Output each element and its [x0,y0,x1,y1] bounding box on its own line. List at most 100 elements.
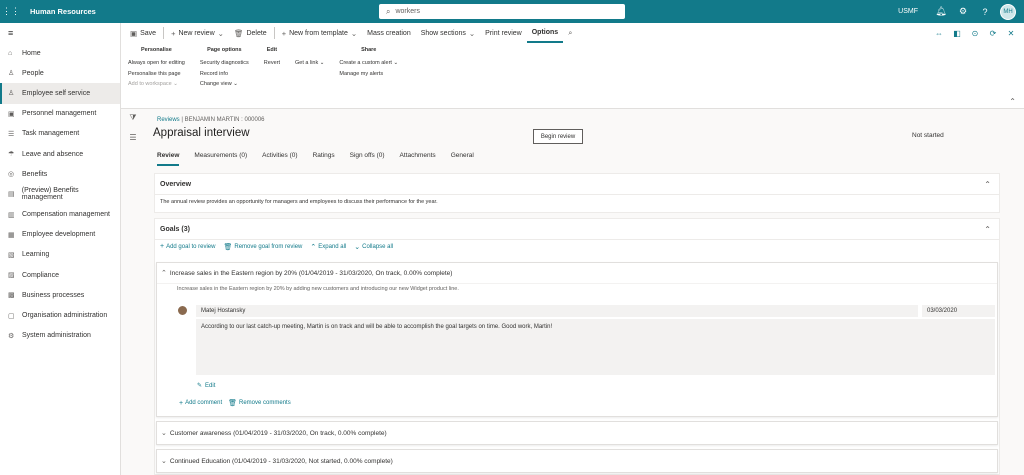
tab-ratings[interactable]: Ratings [313,152,335,166]
mass-creation-button[interactable]: Mass creation [362,23,416,43]
tab-attachments[interactable]: Attachments [400,152,436,166]
nav-item-employee-development[interactable]: ▦ Employee development [0,225,120,245]
nav-item-system-administration[interactable]: ⚙ System administration [0,326,120,346]
comment-date: 03/03/2020 [922,305,995,317]
breadcrumb: Reviews | BENJAMIN MARTIN : 000006 [157,117,265,123]
print-review-button[interactable]: Print review [480,23,527,43]
always-open-for-editing-button[interactable]: Always open for editing [128,58,185,69]
begin-review-button[interactable]: Begin review [533,129,583,144]
nav-item-learning[interactable]: ▧ Learning [0,245,120,265]
goal-card-collapsed[interactable]: ⌄ Customer awareness (01/04/2019 - 31/03… [156,421,998,445]
app-launcher-icon[interactable]: ⋮⋮ [0,0,22,23]
office-icon[interactable]: ◧ [948,29,966,38]
navigation-pane: ≡ ⌂ Home ♙ People ♙ Employee self service ▣… [0,23,121,475]
filter-strip: ⧩ ☰ [121,109,145,475]
manage-my-alerts-button[interactable]: Manage my alerts [339,69,398,80]
nav-item-personnel-management[interactable]: ▣ Personnel management [0,104,120,124]
remove-goal-button[interactable]: 🗑︎ Remove goal from review [223,243,302,251]
list-icon[interactable]: ☰ [121,133,145,149]
help-icon[interactable]: ? [974,7,996,17]
new-from-template-button[interactable]: + New from template ⌄ [277,23,362,43]
nav-item-compensation-management[interactable]: ▥ Compensation management [0,205,120,225]
nav-item-task-management[interactable]: ☰ Task management [0,124,120,144]
close-icon[interactable]: ✕ [1002,29,1020,38]
tab-general[interactable]: General [451,152,474,166]
commenter-name: Matej Hostansky [196,305,918,317]
notification-bell-icon[interactable]: 🔔︎ [930,6,952,17]
edit-comment-button[interactable]: ✎ Edit [197,382,215,390]
nav-item-benefits[interactable]: ◎ Benefits [0,164,120,184]
collapse-ribbon-icon[interactable]: ⌃ [1009,97,1016,106]
chevron-down-icon[interactable]: ⌄ [161,457,167,465]
nav-item-business-processes[interactable]: ▩ Business processes [0,285,120,305]
save-icon: ▣ [130,28,138,38]
nav-item-home[interactable]: ⌂ Home [0,43,120,63]
goals-section: Goals (3) ⌃ + Add goal to review 🗑︎ Remove… [154,218,1000,475]
tab-measurements[interactable]: Measurements (0) [194,152,247,166]
nav-item-people[interactable]: ♙ People [0,63,120,83]
chevron-up-icon[interactable]: ⌃ [984,225,991,234]
chevron-up-icon[interactable]: ⌃ [161,269,167,277]
goals-header[interactable]: Goals (3) ⌃ [155,219,999,239]
ribbon-group-personalise: Personalise Always open for editing Pers… [121,43,193,103]
action-pane: ▣ Save + New review ⌄ 🗑︎ Delete + New from te… [121,23,1024,109]
plus-icon: + [179,399,184,407]
record-info-button[interactable]: Record info [200,69,249,80]
goal-card-collapsed[interactable]: ⌄ Continued Education (01/04/2019 - 31/0… [156,449,998,473]
filter-icon[interactable]: ⧩ [121,113,145,129]
tab-sign-offs[interactable]: Sign offs (0) [350,152,385,166]
show-sections-button[interactable]: Show sections ⌄ [416,23,480,43]
get-a-link-button[interactable]: Get a link ⌄ [295,58,324,69]
company-picker[interactable]: USMF [898,8,918,15]
search-input[interactable]: ⌕ workers [379,4,625,19]
tab-options[interactable]: Options [526,23,564,43]
nav-item-leave-and-absence[interactable]: ☂ Leave and absence [0,144,120,164]
refresh-icon[interactable]: ⟳ [984,29,1002,38]
comment-actions: + Add comment 🗑︎ Remove comments [179,399,297,408]
trash-icon: 🗑︎ [223,243,233,251]
plus-icon: + [171,28,176,38]
goal-title: Continued Education (01/04/2019 - 31/03/… [169,457,393,465]
link-icon[interactable]: ⇔ [930,29,948,38]
expand-all-button[interactable]: ⌃ Expand all [310,243,346,251]
nav-item-compliance[interactable]: ▨ Compliance [0,265,120,285]
chevron-up-icon[interactable]: ⌃ [984,180,991,189]
benefits-icon: ◎ [8,171,15,179]
chevron-down-icon[interactable]: ⌄ [161,429,167,437]
personalise-this-page-button[interactable]: Personalise this page [128,69,185,80]
change-view-button[interactable]: Change view ⌄ [200,79,249,90]
tab-activities[interactable]: Activities (0) [262,152,297,166]
chevron-down-icon: ⌄ [217,28,224,38]
add-to-workspace-button[interactable]: Add to workspace ⌄ [128,79,185,90]
nav-item-employee-self-service[interactable]: ♙ Employee self service [0,83,120,104]
save-button[interactable]: ▣ Save [125,23,161,43]
search-icon: ⌕ [568,28,573,37]
ribbon-group-edit: Edit Revert [257,43,288,103]
nav-item-benefits-management[interactable]: ▤ (Preview) Benefits management [0,184,120,204]
goal-description: Increase sales in the Eastern region by … [157,283,997,294]
security-diagnostics-button[interactable]: Security diagnostics [200,58,249,69]
nav-item-organisation-administration[interactable]: ▢ Organisation administration [0,305,120,325]
new-review-button[interactable]: + New review ⌄ [166,23,229,43]
remove-comments-button[interactable]: 🗑︎ Remove comments [228,399,291,407]
delete-button[interactable]: 🗑︎ Delete [229,23,272,43]
avatar[interactable]: MH [1000,3,1016,20]
ribbon-group-title: Personalise [140,47,172,53]
attach-icon[interactable]: ⊙ [966,29,984,38]
ribbon-group-link: Get a link ⌄ [288,43,332,103]
revert-button[interactable]: Revert [264,58,280,69]
trash-icon: 🗑︎ [233,28,244,38]
breadcrumb-reviews-link[interactable]: Reviews [157,117,180,123]
hamburger-icon[interactable]: ≡ [0,23,120,43]
add-comment-button[interactable]: + Add comment [179,399,222,407]
create-custom-alert-button[interactable]: Create a custom alert ⌄ [339,58,398,69]
tab-review[interactable]: Review [157,152,180,166]
search-actions-icon[interactable]: ⌕ [563,23,580,43]
pencil-icon: ✎ [197,383,203,389]
app-title[interactable]: Human Resources [30,7,96,16]
goal-header[interactable]: ⌃ Increase sales in the Eastern region b… [157,263,997,283]
gear-icon[interactable]: ⚙ [952,6,974,17]
overview-header[interactable]: Overview ⌃ [155,174,999,194]
collapse-all-button[interactable]: ⌄ Collapse all [354,243,393,251]
add-goal-button[interactable]: + Add goal to review [160,243,215,250]
